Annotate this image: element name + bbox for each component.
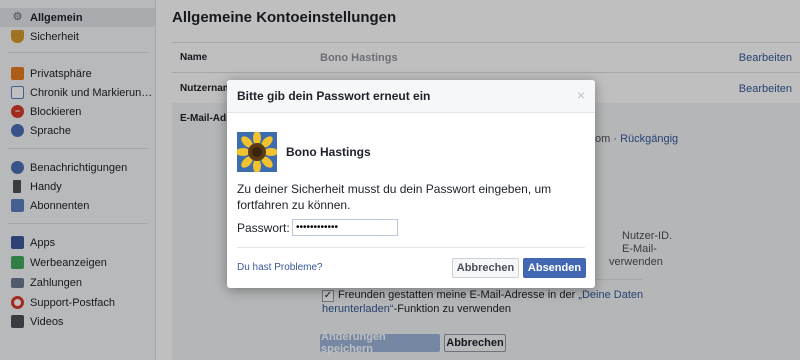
dialog-message: Zu deiner Sicherheit musst du dein Passw… xyxy=(237,182,552,212)
close-icon[interactable]: × xyxy=(577,87,585,103)
avatar xyxy=(237,132,277,172)
help-link[interactable]: Du hast Probleme? xyxy=(237,262,323,273)
dialog-user-name: Bono Hastings xyxy=(286,145,371,159)
password-dialog: Bitte gib dein Passwort erneut ein × Bon… xyxy=(227,80,595,288)
password-label: Passwort: xyxy=(237,221,290,235)
dialog-divider xyxy=(237,247,585,248)
submit-button[interactable]: Absenden xyxy=(523,258,586,278)
dialog-title: Bitte gib dein Passwort erneut ein xyxy=(237,89,431,103)
sunflower-icon xyxy=(237,132,277,172)
cancel-button[interactable]: Abbrechen xyxy=(452,258,519,278)
dialog-header: Bitte gib dein Passwort erneut ein × xyxy=(227,80,595,113)
password-field[interactable] xyxy=(292,219,398,236)
